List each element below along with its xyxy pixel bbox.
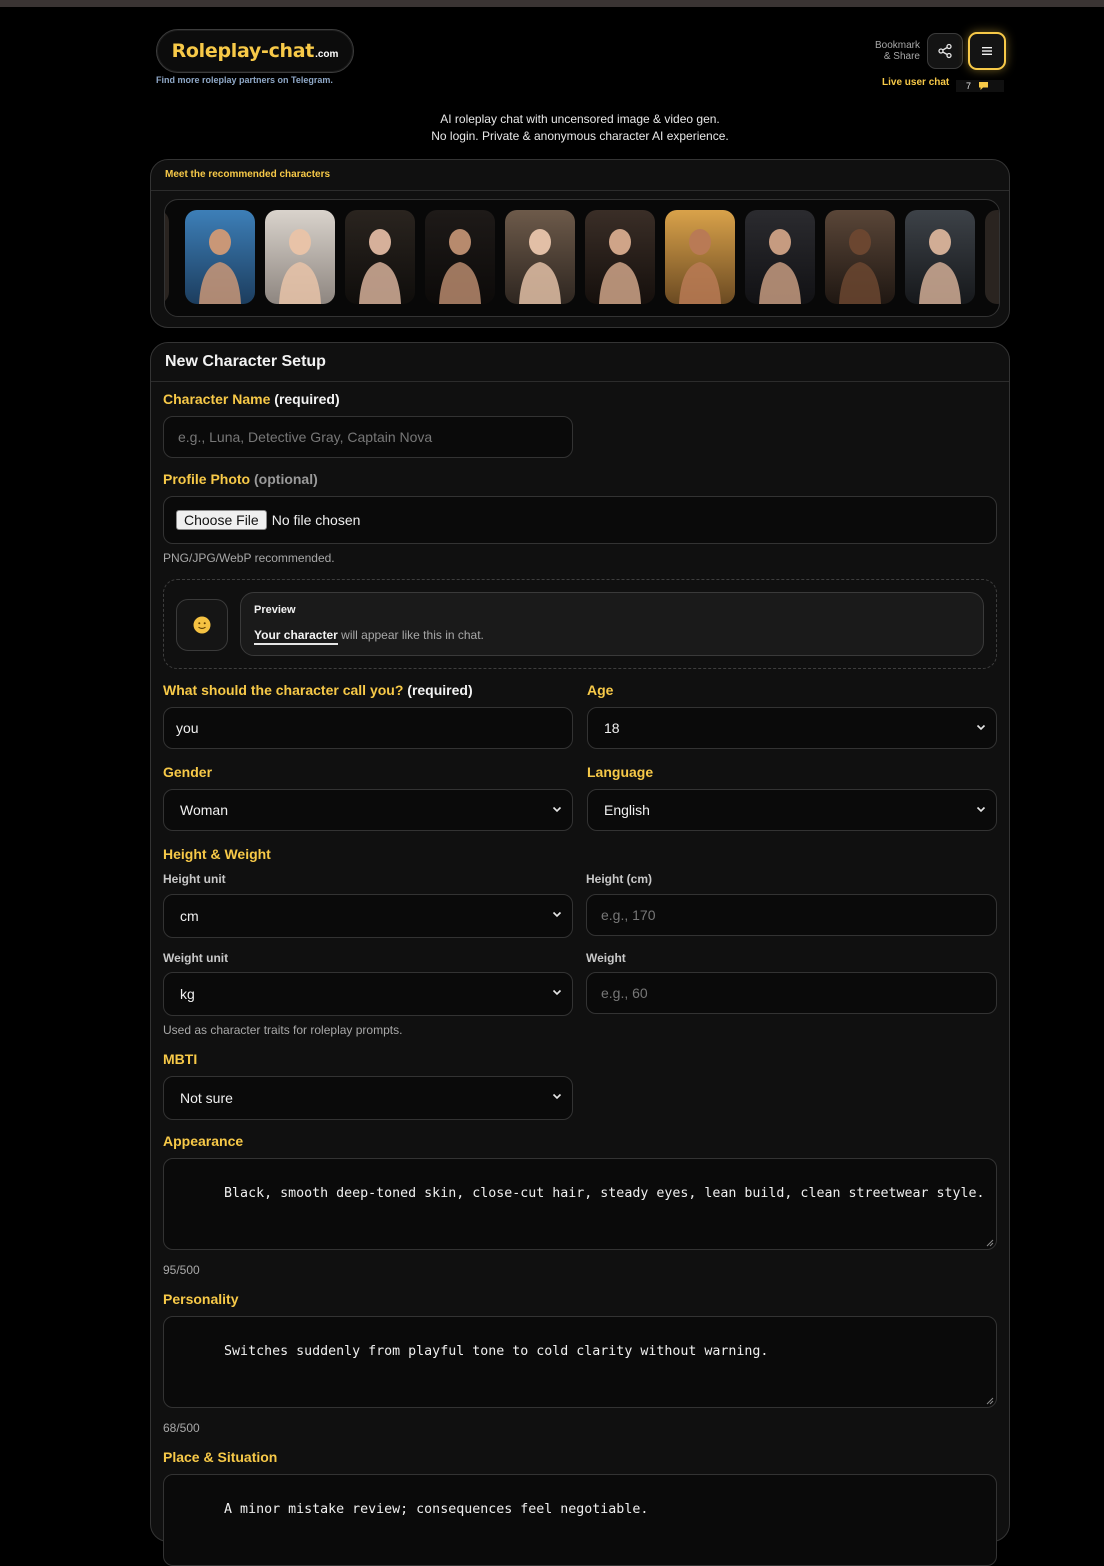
character-carousel[interactable] [164, 199, 1000, 317]
appearance-label: Appearance [163, 1133, 244, 1149]
language-select[interactable]: English [587, 789, 997, 831]
gender-select[interactable]: Woman [163, 789, 573, 831]
age-label: Age [587, 682, 614, 698]
age-select[interactable]: 18 [587, 707, 997, 749]
personality-value: Switches suddenly from playful tone to c… [224, 1344, 769, 1359]
chevron-down-icon [552, 806, 562, 813]
weight-field[interactable] [586, 972, 997, 1014]
height-unit-label: Height unit [163, 872, 226, 886]
live-user-chat-link[interactable]: Live user chat [882, 77, 949, 88]
hamburger-menu-icon [982, 47, 992, 55]
chat-preview-box: Preview Your character will appear like … [163, 579, 997, 669]
chat-bubble-icon [979, 82, 989, 90]
profile-photo-field[interactable]: Choose File No file chosen [163, 496, 997, 544]
preview-message: Your character will appear like this in … [254, 628, 484, 645]
height-field[interactable] [586, 894, 997, 936]
personality-textarea[interactable]: Switches suddenly from playful tone to c… [163, 1316, 997, 1408]
height-unit-value: cm [180, 908, 199, 924]
height-unit-select[interactable]: cm [163, 894, 573, 938]
personality-char-count: 68/500 [163, 1421, 200, 1435]
resize-grip-icon[interactable] [986, 1397, 994, 1405]
photo-format-hint: PNG/JPG/WebP recommended. [163, 551, 335, 565]
choose-file-button[interactable]: Choose File [176, 510, 267, 530]
call-you-field[interactable]: you [163, 707, 573, 749]
menu-button[interactable] [968, 32, 1006, 70]
preview-bubble: Preview Your character will appear like … [240, 592, 984, 656]
character-name-field[interactable] [163, 416, 573, 458]
form-title: New Character Setup [151, 343, 1009, 382]
character-thumbnail[interactable] [505, 210, 575, 304]
chevron-down-icon [552, 989, 562, 996]
bookmark-share-label: Bookmark & Share [874, 40, 920, 62]
character-thumbnail[interactable] [905, 210, 975, 304]
window-top-bar [0, 0, 1104, 7]
chevron-down-icon [976, 724, 986, 731]
appearance-textarea[interactable]: Black, smooth deep-toned skin, close-cut… [163, 1158, 997, 1250]
logo-main-text: Roleplay-chat [171, 40, 315, 62]
profile-photo-label: Profile Photo (optional) [163, 471, 318, 487]
character-thumbnail[interactable] [825, 210, 895, 304]
share-button[interactable] [927, 33, 963, 69]
character-name-input[interactable] [176, 428, 537, 446]
telegram-link[interactable]: Find more roleplay partners on Telegram. [156, 75, 333, 85]
weight-input[interactable] [599, 984, 961, 1002]
site-logo[interactable]: Roleplay-chat .com [156, 29, 354, 73]
preview-avatar [176, 599, 228, 651]
chevron-down-icon [976, 806, 986, 813]
gender-value: Woman [180, 802, 228, 818]
character-thumbnail[interactable] [185, 210, 255, 304]
mbti-label: MBTI [163, 1051, 198, 1067]
share-icon [938, 43, 952, 59]
appearance-char-count: 95/500 [163, 1263, 200, 1277]
place-situation-textarea[interactable]: A minor mistake review; consequences fee… [163, 1474, 997, 1566]
weight-unit-select[interactable]: kg [163, 972, 573, 1016]
live-chat-count: 7 [966, 81, 972, 91]
weight-unit-value: kg [180, 986, 195, 1002]
language-label: Language [587, 764, 654, 780]
place-situation-value: A minor mistake review; consequences fee… [224, 1502, 649, 1517]
height-label: Height (cm) [586, 872, 652, 886]
character-thumbnail[interactable] [265, 210, 335, 304]
smiley-face-icon [193, 616, 211, 634]
live-chat-counter[interactable]: 7 [956, 80, 1004, 92]
height-weight-hint: Used as character traits for roleplay pr… [163, 1023, 403, 1037]
chevron-down-icon [552, 1093, 562, 1100]
weight-label: Weight [586, 951, 626, 965]
logo-suffix: .com [315, 48, 339, 60]
mbti-value: Not sure [180, 1090, 233, 1106]
character-name-label: Character Name (required) [163, 391, 340, 407]
character-thumbnail[interactable] [345, 210, 415, 304]
character-thumbnail-partial[interactable] [985, 210, 999, 304]
call-you-value: you [176, 720, 199, 736]
resize-grip-icon[interactable] [986, 1239, 994, 1247]
intro-text: AI roleplay chat with uncensored image &… [431, 112, 729, 143]
mbti-select[interactable]: Not sure [163, 1076, 573, 1120]
weight-unit-label: Weight unit [163, 951, 229, 965]
character-thumbnail[interactable] [665, 210, 735, 304]
no-file-chosen-text: No file chosen [271, 512, 361, 528]
recommended-title: Meet the recommended characters [151, 160, 1009, 191]
personality-label: Personality [163, 1291, 239, 1307]
chevron-down-icon [552, 911, 562, 918]
appearance-value: Black, smooth deep-toned skin, close-cut… [224, 1186, 985, 1201]
preview-title: Preview [254, 604, 296, 616]
preview-character-name: Your character [254, 628, 338, 645]
height-weight-label: Height & Weight [163, 846, 271, 862]
character-setup-form: New Character Setup Character Name (requ… [150, 342, 1010, 1566]
call-you-label: What should the character call you? (req… [163, 682, 473, 698]
age-value: 18 [604, 720, 620, 736]
character-thumbnail[interactable] [585, 210, 655, 304]
recommended-characters-panel: Meet the recommended characters [150, 159, 1010, 328]
character-thumbnail-partial[interactable] [165, 210, 169, 304]
language-value: English [604, 802, 650, 818]
place-situation-label: Place & Situation [163, 1449, 278, 1465]
character-thumbnail[interactable] [745, 210, 815, 304]
height-input[interactable] [599, 906, 961, 924]
character-thumbnail[interactable] [425, 210, 495, 304]
gender-label: Gender [163, 764, 213, 780]
